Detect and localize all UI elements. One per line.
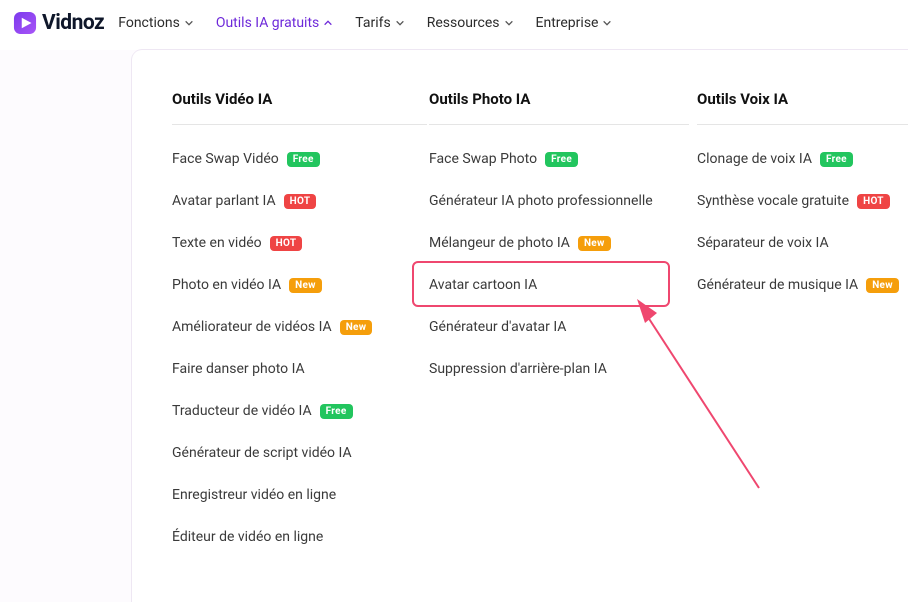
column-video: Outils Vidéo IA Face Swap Vidéo Free Ava… — [172, 90, 427, 562]
menu-generateur-avatar[interactable]: Générateur d'avatar IA — [429, 319, 689, 335]
menu-item-label: Générateur IA photo professionnelle — [429, 193, 653, 209]
menu-item-label: Mélangeur de photo IA — [429, 235, 570, 251]
chevron-down-icon — [602, 18, 612, 28]
menu-face-swap-video[interactable]: Face Swap Vidéo Free — [172, 151, 427, 167]
nav-fonctions[interactable]: Fonctions — [118, 15, 194, 31]
menu-item-label: Face Swap Photo — [429, 151, 537, 167]
menu-item-label: Séparateur de voix IA — [697, 235, 829, 251]
menu-item-label: Générateur d'avatar IA — [429, 319, 566, 335]
badge-new: New — [578, 236, 611, 251]
menu-ameliorateur-videos[interactable]: Améliorateur de vidéos IA New — [172, 319, 427, 335]
column-title-video: Outils Vidéo IA — [172, 90, 427, 125]
menu-photo-en-video[interactable]: Photo en vidéo IA New — [172, 277, 427, 293]
menu-item-label: Face Swap Vidéo — [172, 151, 279, 167]
nav-outils-ia[interactable]: Outils IA gratuits — [216, 15, 333, 31]
nav-label: Fonctions — [118, 15, 180, 31]
menu-item-label: Clonage de voix IA — [697, 151, 812, 167]
chevron-down-icon — [395, 18, 405, 28]
menu-item-label: Synthèse vocale gratuite — [697, 193, 849, 209]
badge-new: New — [289, 278, 322, 293]
nav-label: Tarifs — [355, 15, 390, 31]
menu-melangeur-photo[interactable]: Mélangeur de photo IA New — [429, 235, 689, 251]
menu-item-label: Texte en vidéo — [172, 235, 262, 251]
page-body: Outils Vidéo IA Face Swap Vidéo Free Ava… — [0, 50, 908, 602]
menu-list-photo: Face Swap Photo Free Générateur IA photo… — [429, 151, 689, 377]
menu-enregistreur-video[interactable]: Enregistreur vidéo en ligne — [172, 487, 427, 503]
menu-clonage-voix[interactable]: Clonage de voix IA Free — [697, 151, 908, 167]
menu-avatar-cartoon[interactable]: Avatar cartoon IA — [429, 277, 689, 293]
badge-new: New — [866, 278, 899, 293]
menu-texte-en-video[interactable]: Texte en vidéo HOT — [172, 235, 427, 251]
nav-tarifs[interactable]: Tarifs — [355, 15, 404, 31]
menu-list-voix: Clonage de voix IA Free Synthèse vocale … — [697, 151, 908, 293]
badge-free: Free — [287, 152, 320, 167]
chevron-down-icon — [504, 18, 514, 28]
menu-item-label: Avatar cartoon IA — [429, 277, 537, 293]
logo-text: Vidnoz — [42, 11, 104, 35]
menu-item-label: Avatar parlant IA — [172, 193, 276, 209]
top-nav-bar: Vidnoz Fonctions Outils IA gratuits Tari… — [0, 0, 908, 50]
menu-traducteur-video[interactable]: Traducteur de vidéo IA Free — [172, 403, 427, 419]
menu-item-label: Générateur de script vidéo IA — [172, 445, 352, 461]
nav-label: Entreprise — [536, 15, 599, 31]
column-title-photo: Outils Photo IA — [429, 90, 689, 125]
main-nav: Fonctions Outils IA gratuits Tarifs Ress… — [118, 15, 612, 31]
menu-generateur-script[interactable]: Générateur de script vidéo IA — [172, 445, 427, 461]
badge-hot: HOT — [857, 194, 890, 209]
logo[interactable]: Vidnoz — [12, 10, 104, 36]
menu-separateur-voix[interactable]: Séparateur de voix IA — [697, 235, 908, 251]
left-gutter — [0, 50, 132, 602]
menu-item-label: Générateur de musique IA — [697, 277, 858, 293]
column-photo: Outils Photo IA Face Swap Photo Free Gén… — [429, 90, 689, 562]
mega-menu-panel: Outils Vidéo IA Face Swap Vidéo Free Ava… — [132, 50, 908, 602]
nav-label: Outils IA gratuits — [216, 15, 319, 31]
menu-item-label: Traducteur de vidéo IA — [172, 403, 312, 419]
menu-avatar-parlant[interactable]: Avatar parlant IA HOT — [172, 193, 427, 209]
column-title-voix: Outils Voix IA — [697, 90, 908, 125]
logo-icon — [12, 10, 38, 36]
nav-entreprise[interactable]: Entreprise — [536, 15, 613, 31]
menu-list-video: Face Swap Vidéo Free Avatar parlant IA H… — [172, 151, 427, 545]
badge-free: Free — [320, 404, 353, 419]
menu-synthese-vocale[interactable]: Synthèse vocale gratuite HOT — [697, 193, 908, 209]
menu-editeur-video[interactable]: Éditeur de vidéo en ligne — [172, 529, 427, 545]
column-voix: Outils Voix IA Clonage de voix IA Free S… — [697, 90, 908, 562]
menu-suppression-arriere-plan[interactable]: Suppression d'arrière-plan IA — [429, 361, 689, 377]
menu-face-swap-photo[interactable]: Face Swap Photo Free — [429, 151, 689, 167]
menu-item-label: Suppression d'arrière-plan IA — [429, 361, 607, 377]
nav-label: Ressources — [427, 15, 500, 31]
nav-ressources[interactable]: Ressources — [427, 15, 514, 31]
badge-free: Free — [545, 152, 578, 167]
badge-new: New — [340, 320, 373, 335]
chevron-up-icon — [323, 18, 333, 28]
menu-item-label: Améliorateur de vidéos IA — [172, 319, 332, 335]
menu-generateur-photo-pro[interactable]: Générateur IA photo professionnelle — [429, 193, 689, 209]
badge-hot: HOT — [284, 194, 317, 209]
menu-item-label: Faire danser photo IA — [172, 361, 305, 377]
menu-item-label: Enregistreur vidéo en ligne — [172, 487, 336, 503]
menu-generateur-musique[interactable]: Générateur de musique IA New — [697, 277, 908, 293]
menu-item-label: Photo en vidéo IA — [172, 277, 281, 293]
badge-free: Free — [820, 152, 853, 167]
badge-hot: HOT — [270, 236, 303, 251]
menu-item-label: Éditeur de vidéo en ligne — [172, 529, 323, 545]
chevron-down-icon — [184, 18, 194, 28]
menu-faire-danser-photo[interactable]: Faire danser photo IA — [172, 361, 427, 377]
